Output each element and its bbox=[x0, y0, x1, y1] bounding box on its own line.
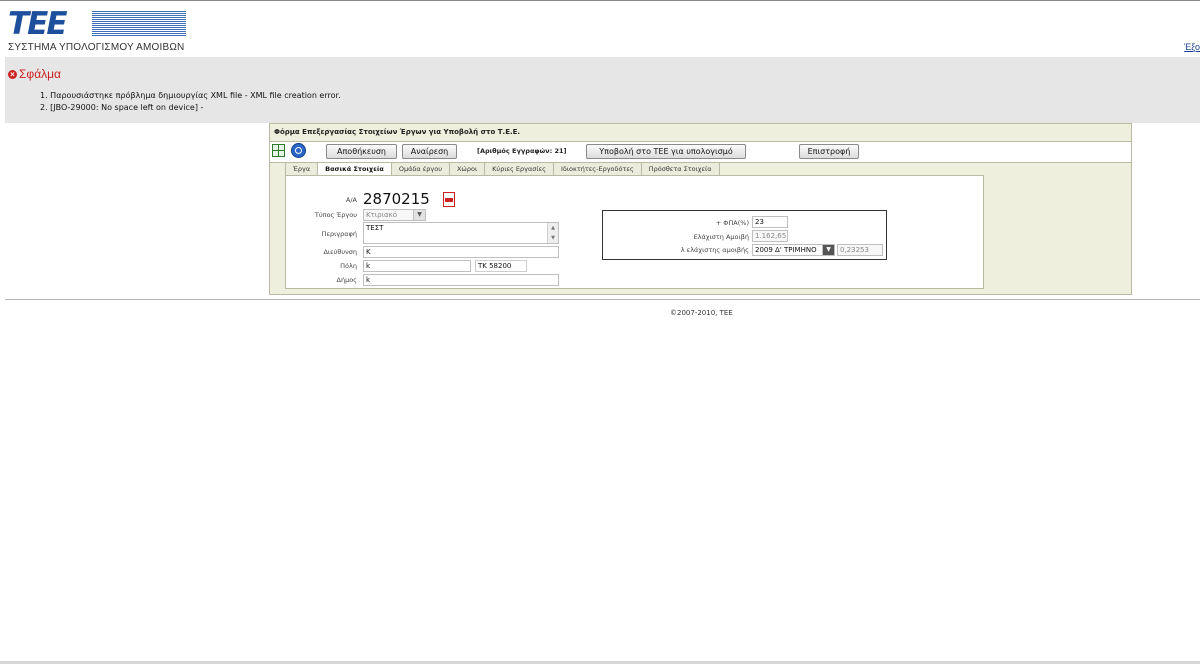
lambda-period-value: 2009 Δ' ΤΡΙΜΗΝΟ bbox=[755, 246, 817, 254]
undo-button[interactable]: Αναίρεση bbox=[402, 144, 457, 159]
logo-subtitle: ΣΥΣΤΗΜΑ ΥΠΟΛΟΓΙΣΜΟΥ ΑΜΟΙΒΩΝ bbox=[8, 42, 185, 53]
tab-owners-employers[interactable]: Ιδιοκτήτες-Εργοδότες bbox=[552, 162, 642, 176]
min-fee-field: 1.162,65 bbox=[752, 230, 788, 242]
tee-logo: ΤΕΕ ΣΥΣΤΗΜΑ ΥΠΟΛΟΓΙΣΜΟΥ ΑΜΟΙΒΩΝ bbox=[8, 6, 186, 54]
project-form-panel: Φόρμα Επεξεργασίας Στοιχείων Έργων για Υ… bbox=[269, 123, 1132, 295]
error-icon: × bbox=[8, 69, 17, 79]
chevron-down-icon: ▼ bbox=[822, 245, 834, 255]
error-panel: × Σφάλμα 1. Παρουσιάστηκε πρόβλημα δημιο… bbox=[5, 57, 1200, 123]
lambda-period-select[interactable]: 2009 Δ' ΤΡΙΜΗΝΟ ▼ bbox=[752, 244, 835, 256]
vat-input[interactable]: 23 bbox=[752, 216, 788, 228]
zip-code-field[interactable]: ΤΚ 58200 bbox=[475, 260, 527, 272]
municipality-label: Δήμος bbox=[336, 276, 358, 284]
error-item: 2. [JBO-29000: No space left on device] … bbox=[40, 103, 204, 112]
grid-add-icon[interactable] bbox=[272, 144, 285, 157]
save-button[interactable]: Αποθήκευση bbox=[326, 144, 397, 159]
tab-spaces[interactable]: Χώροι bbox=[448, 162, 486, 176]
aa-label: Α/Α bbox=[345, 196, 357, 204]
scrollbar[interactable]: ▲ ▼ bbox=[547, 223, 558, 243]
description-value: ΤΕΣΤ bbox=[366, 224, 384, 232]
chevron-down-icon: ▼ bbox=[413, 210, 425, 220]
address-input[interactable]: Κ bbox=[363, 246, 559, 258]
city-label: Πόλη bbox=[340, 262, 357, 270]
lambda-label: λ ελάχιστης αμοιβής bbox=[680, 246, 749, 254]
logo-letters: ΤΕΕ bbox=[8, 6, 67, 42]
description-textarea[interactable]: ΤΕΣΤ ▲ ▼ bbox=[363, 222, 559, 244]
footer-divider bbox=[5, 299, 1200, 300]
refresh-icon[interactable] bbox=[291, 143, 306, 158]
record-count: [Αριθμός Εγγραφών: 21] bbox=[477, 147, 567, 155]
tab-projects[interactable]: Έργα bbox=[285, 162, 319, 176]
top-border bbox=[0, 0, 1200, 1]
project-type-select[interactable]: Κτιριακό ▼ bbox=[363, 209, 426, 221]
copyright: ©2007-2010, ΤΕΕ bbox=[670, 309, 733, 317]
error-list: 1. Παρουσιάστηκε πρόβλημα δημιουργίας XM… bbox=[40, 90, 341, 114]
aa-value: 2870215 bbox=[363, 190, 430, 208]
fee-calculation-box: + ΦΠΑ(%) 23 Ελάχιστη Αμοιβή 1.162,65 λ ε… bbox=[602, 210, 887, 260]
tab-additional-data[interactable]: Πρόσθετα Στοιχεία bbox=[640, 162, 720, 176]
error-title: × Σφάλμα bbox=[8, 67, 61, 81]
form-title: Φόρμα Επεξεργασίας Στοιχείων Έργων για Υ… bbox=[274, 128, 521, 136]
min-fee-label: Ελάχιστη Αμοιβή bbox=[693, 233, 749, 241]
municipality-input[interactable]: k bbox=[363, 274, 559, 286]
vat-label: + ΦΠΑ(%) bbox=[715, 219, 749, 227]
description-label: Περιγραφή bbox=[321, 230, 357, 238]
project-type-value: Κτιριακό bbox=[366, 211, 398, 219]
error-title-text: Σφάλμα bbox=[19, 67, 61, 81]
basic-data-content: Α/Α 2870215 Τύπος Έργου Κτιριακό ▼ Περιγ… bbox=[285, 175, 984, 289]
tab-main-works[interactable]: Κύριες Εργασίες bbox=[484, 162, 554, 176]
form-tabs: Έργα Βασικά Στοιχεία Ομάδα έργου Χώροι Κ… bbox=[285, 162, 720, 176]
logo-stripes bbox=[92, 11, 186, 37]
form-toolbar: Αποθήκευση Αναίρεση [Αριθμός Εγγραφών: 2… bbox=[270, 141, 1131, 163]
project-type-label: Τύπος Έργου bbox=[314, 211, 357, 219]
tab-project-team[interactable]: Ομάδα έργου bbox=[390, 162, 450, 176]
back-button[interactable]: Επιστροφή bbox=[799, 144, 859, 159]
city-input[interactable]: k bbox=[363, 260, 471, 272]
pdf-icon[interactable] bbox=[443, 192, 455, 207]
tab-basic-data[interactable]: Βασικά Στοιχεία bbox=[317, 162, 392, 176]
lambda-value-field: 0,23253 bbox=[837, 244, 883, 256]
submit-to-tee-button[interactable]: Υποβολή στο ΤΕΕ για υπολογισμό bbox=[586, 144, 746, 159]
address-label: Διεύθυνση bbox=[323, 248, 357, 256]
error-item: 1. Παρουσιάστηκε πρόβλημα δημιουργίας XM… bbox=[40, 91, 341, 100]
exit-link[interactable]: Έξο bbox=[1184, 42, 1200, 52]
